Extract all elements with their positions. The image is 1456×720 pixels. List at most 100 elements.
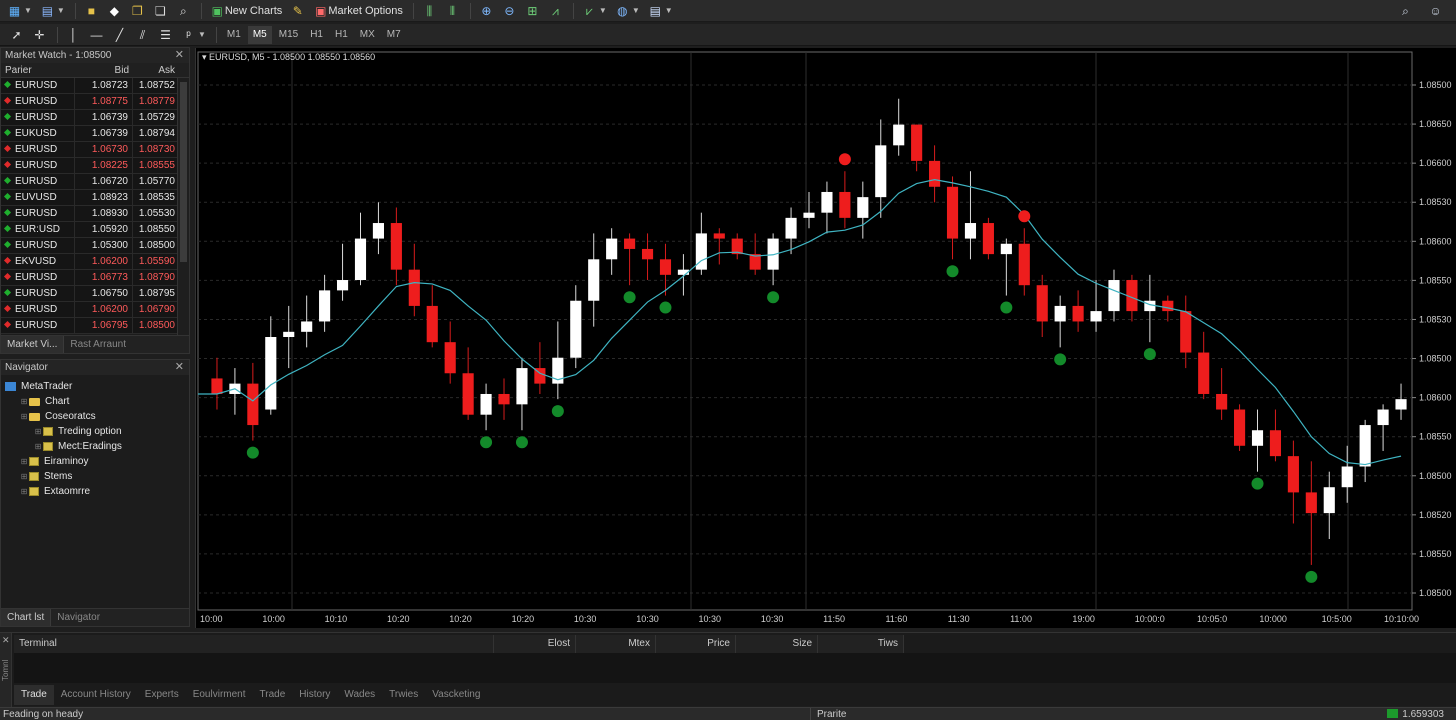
navigator-item[interactable]: ⊞ Coseoratcs: [1, 409, 189, 424]
terminal-tab[interactable]: Account History: [54, 685, 138, 705]
expand-icon[interactable]: ⊞: [19, 454, 29, 469]
tester-toggle[interactable]: ⌕: [173, 1, 194, 21]
expand-icon[interactable]: ⊞: [19, 409, 29, 424]
bar-chart-button[interactable]: ⫼: [419, 1, 440, 21]
templates-button[interactable]: ▤ ▼: [645, 1, 676, 21]
market-watch-row[interactable]: EURUSD 1.06720 1.05770: [1, 174, 189, 190]
column-tiws[interactable]: Tiws: [818, 635, 904, 653]
expand-icon[interactable]: ⊞: [19, 469, 29, 484]
timeframe-m15[interactable]: M15: [274, 26, 303, 44]
market-watch-row[interactable]: EUKUSD 1.06739 1.08794: [1, 126, 189, 142]
fibo-tool[interactable]: ☰: [155, 25, 176, 45]
line-chart-button[interactable]: ⩘: [545, 1, 566, 21]
close-icon[interactable]: ✕: [2, 635, 10, 646]
column-mtex[interactable]: Mtex: [576, 635, 656, 653]
market-watch-row[interactable]: EURUSD 1.08930 1.05530: [1, 206, 189, 222]
navigator-item[interactable]: ⊞ Mect:Eradings: [1, 439, 189, 454]
market-watch-row[interactable]: EUVUSD 1.08923 1.08535: [1, 190, 189, 206]
navigator-item[interactable]: ⊞ Treding option: [1, 424, 189, 439]
crosshair-tool[interactable]: ✛: [29, 25, 50, 45]
navigator-item[interactable]: MetaTrader: [1, 379, 189, 394]
terminal-tab[interactable]: Experts: [138, 685, 186, 705]
market-watch-row[interactable]: EKVUSD 1.06200 1.05590: [1, 254, 189, 270]
candlestick-chart[interactable]: 1.08500 1.08650 1.06600 1.08530 1.08600 1.085…: [196, 48, 1456, 628]
expand-icon[interactable]: ⊞: [33, 424, 43, 439]
expand-icon[interactable]: ⊞: [19, 484, 29, 499]
autotrading-button[interactable]: ✎: [287, 1, 308, 21]
terminal-tab[interactable]: Eoulvirment: [186, 685, 253, 705]
vertical-line-tool[interactable]: │: [63, 25, 84, 45]
new-order-button[interactable]: ▦ ▼: [4, 1, 35, 21]
navigator-item[interactable]: ⊞ Extaomrre: [1, 484, 189, 499]
market-watch-row[interactable]: EURUSD 1.08225 1.08555: [1, 158, 189, 174]
chart-window[interactable]: 1.08500 1.08650 1.06600 1.08530 1.08600 1.085…: [195, 48, 1456, 628]
timeframe-m5[interactable]: M5: [247, 25, 272, 44]
symbol-cell: EURUSD: [1, 174, 75, 189]
data-window-toggle[interactable]: ◆: [104, 1, 125, 21]
market-watch-row[interactable]: EURUSD 1.06200 1.06790: [1, 302, 189, 318]
navigator-toggle[interactable]: ❐: [127, 1, 148, 21]
column-ask[interactable]: Ask: [133, 63, 179, 77]
market-watch-row[interactable]: EURUSD 1.06773 1.08790: [1, 270, 189, 286]
market-watch-row[interactable]: EURUSD 1.06750 1.08795: [1, 286, 189, 302]
market-watch-row[interactable]: EURUSD 1.08775 1.08779: [1, 94, 189, 110]
market-watch-row[interactable]: EURUSD 1.05300 1.08500: [1, 238, 189, 254]
shapes-tool[interactable]: ᵖ ▼: [178, 25, 209, 45]
zoom-in-button[interactable]: ⊕: [476, 1, 497, 21]
navigator-item[interactable]: ⊞ Eiraminoy: [1, 454, 189, 469]
column-size[interactable]: Size: [736, 635, 818, 653]
timeframe-m1[interactable]: M1: [222, 26, 246, 44]
profiles-button[interactable]: ▤ ▼: [37, 1, 68, 21]
timeframe-h1-b[interactable]: H1: [330, 26, 353, 44]
expand-icon[interactable]: ⊞: [33, 439, 43, 454]
market-watch-tabs: Market Vi... Rast Arraunt: [1, 335, 189, 353]
column-symbol[interactable]: Parier: [1, 63, 75, 77]
timeframe-h1[interactable]: H1: [305, 26, 328, 44]
timeframe-mx[interactable]: MX: [355, 26, 380, 44]
channel-tool[interactable]: ⫽: [132, 25, 153, 45]
tab-market-watch[interactable]: Market Vi...: [1, 336, 65, 353]
navigator-item[interactable]: ⊞ Stems: [1, 469, 189, 484]
zoom-out-button[interactable]: ⊖: [499, 1, 520, 21]
market-watch-scrollbar[interactable]: [177, 78, 189, 336]
expand-icon[interactable]: ⊞: [19, 394, 29, 409]
vertical-line-icon: │: [69, 27, 78, 42]
search-button[interactable]: ⌕: [1395, 1, 1416, 21]
market-watch-row[interactable]: EURUSD 1.06739 1.05729: [1, 110, 189, 126]
terminal-tab[interactable]: Trade: [14, 685, 54, 705]
market-watch-row[interactable]: EURUSD 1.06795 1.08500: [1, 318, 189, 334]
close-icon[interactable]: ✕: [175, 360, 184, 375]
candle-chart-button[interactable]: ⫴: [442, 1, 463, 21]
column-elost[interactable]: Elost: [494, 635, 576, 653]
trendline-tool[interactable]: ╱: [109, 25, 130, 45]
terminal-tab[interactable]: History: [292, 685, 337, 705]
new-charts-button[interactable]: ▣ New Charts: [207, 1, 285, 21]
timeframe-m7[interactable]: M7: [382, 26, 406, 44]
globe-button[interactable]: ◍ ▼: [612, 1, 643, 21]
user-button[interactable]: ☺: [1425, 1, 1446, 21]
tab-navigator[interactable]: Navigator: [51, 609, 106, 626]
market-watch-row[interactable]: EUR:USD 1.05920 1.08550: [1, 222, 189, 238]
tab-rast-arraunt[interactable]: Rast Arraunt: [64, 336, 132, 353]
terminal-tab[interactable]: Vascketing: [425, 685, 487, 705]
column-bid[interactable]: Bid: [75, 63, 133, 77]
market-watch-row[interactable]: EURUSD 1.06730 1.08730: [1, 142, 189, 158]
column-terminal[interactable]: Terminal: [14, 635, 494, 653]
market-watch-toggle[interactable]: ■: [81, 1, 102, 21]
close-icon[interactable]: ✕: [175, 48, 184, 63]
cursor-tool[interactable]: ➚: [6, 25, 27, 45]
market-watch-row[interactable]: EURUSD 1.08723 1.08752: [1, 78, 189, 94]
terminal-toggle[interactable]: ❏: [150, 1, 171, 21]
market-options-button[interactable]: ▣ Market Options: [310, 1, 406, 21]
tab-chart-list[interactable]: Chart lst: [1, 609, 52, 626]
navigator-item[interactable]: ⊞ Chart: [1, 394, 189, 409]
indicators-button[interactable]: ⩗ ▼: [579, 1, 610, 21]
horizontal-line-tool[interactable]: —: [86, 25, 107, 45]
terminal-tab[interactable]: Trwies: [382, 685, 425, 705]
buy-signal-marker: [1000, 301, 1013, 314]
terminal-tab[interactable]: Wades: [337, 685, 382, 705]
terminal-tab[interactable]: Trade: [253, 685, 293, 705]
column-price[interactable]: Price: [656, 635, 736, 653]
tile-windows-button[interactable]: ⊞: [522, 1, 543, 21]
scrollbar-thumb[interactable]: [180, 82, 187, 262]
